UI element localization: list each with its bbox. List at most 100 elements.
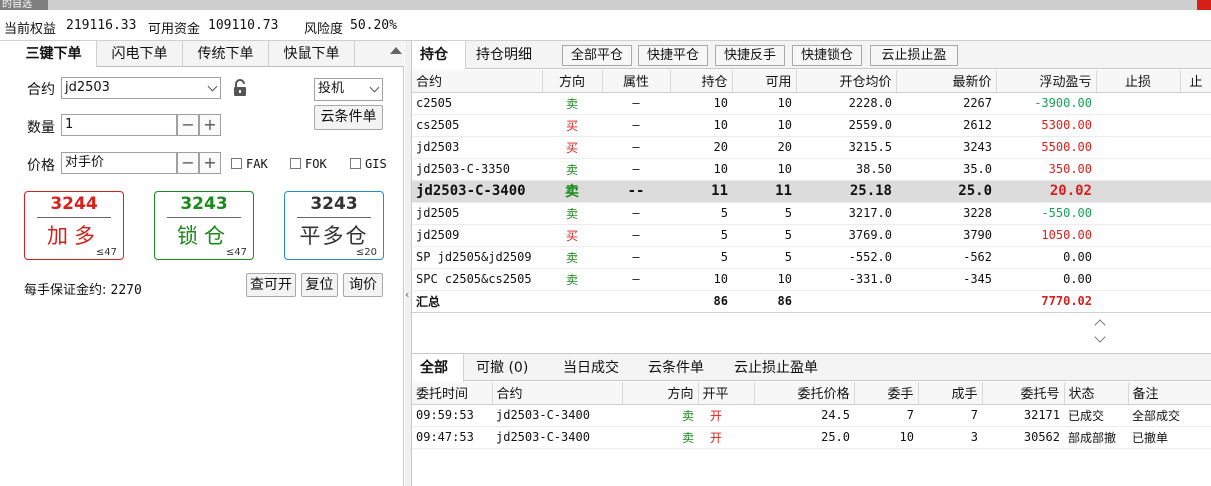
col-stop-loss[interactable]: 止损 <box>1096 70 1181 93</box>
col-filled-qty[interactable]: 成手 <box>918 382 983 405</box>
col-holding[interactable]: 持仓 <box>670 70 733 93</box>
qty-decrease-button[interactable]: − <box>177 114 199 136</box>
quick-lock-button[interactable]: 快捷锁仓 <box>792 45 862 66</box>
quick-close-button[interactable]: 快捷平仓 <box>638 45 708 66</box>
table-row[interactable]: jd2509 买 —5 5 3769.0 3790 1050.00 <box>412 224 1211 247</box>
cell-direction: 卖 <box>542 202 602 225</box>
col-order-time[interactable]: 委托时间 <box>412 382 493 405</box>
col-attribute[interactable]: 属性 <box>602 70 671 93</box>
tab-all-orders[interactable]: 全部 <box>412 354 464 382</box>
tab-flash-order[interactable]: 闪电下单 <box>97 41 183 67</box>
table-row[interactable]: SP jd2505&jd2509 卖 —5 5 -552.0 -562 0.00 <box>412 246 1211 269</box>
table-row[interactable]: c2505 卖 —10 10 2228.0 2267 -3900.00 <box>412 92 1211 115</box>
total-holding: 86 <box>670 290 732 313</box>
close-icon[interactable] <box>1197 0 1211 10</box>
table-row[interactable]: cs2505 买 —10 10 2559.0 2612 5300.00 <box>412 114 1211 137</box>
cell-holding: 11 <box>670 180 732 203</box>
cell-attribute: — <box>602 114 670 137</box>
table-row[interactable]: jd2503-C-3400 卖 -- 11 11 25.18 25.0 20.02 <box>412 180 1211 203</box>
tab-mouse-order[interactable]: 快鼠下单 <box>269 41 355 67</box>
table-row[interactable]: SPC c2505&cs2505 卖 —10 10 -331.0 -345 0.00 <box>412 268 1211 291</box>
add-long-button[interactable]: 3244 加多 ≤47 <box>24 191 124 260</box>
col-order-contract[interactable]: 合约 <box>492 382 623 405</box>
cell-order-price: 25.0 <box>754 426 854 449</box>
cell-open-avg: -552.0 <box>796 246 896 269</box>
price-input[interactable]: 对手价 <box>61 152 177 174</box>
equity-value: 219116.33 <box>66 18 137 33</box>
checkbox-box <box>290 158 301 169</box>
close-all-button[interactable]: 全部平仓 <box>562 45 632 66</box>
gis-label: GIS <box>365 157 387 171</box>
qty-input[interactable]: 1 <box>61 114 177 136</box>
cell-order-id: 30562 <box>982 426 1064 449</box>
col-open-close[interactable]: 开平 <box>698 382 755 405</box>
reset-button[interactable]: 复位 <box>301 273 338 297</box>
col-open-avg[interactable]: 开仓均价 <box>796 70 897 93</box>
chevron-down-icon[interactable] <box>1094 331 1106 343</box>
col-float-pnl[interactable]: 浮动盈亏 <box>996 70 1097 93</box>
cell-stop-loss <box>1096 92 1180 115</box>
close-long-button[interactable]: 3243 平多仓 ≤20 <box>284 191 384 260</box>
total-pnl: 7770.02 <box>996 290 1096 313</box>
price-decrease-button[interactable]: − <box>177 152 199 174</box>
cell-order-time: 09:47:53 <box>412 426 492 449</box>
tab-cloud-conditions[interactable]: 云条件单 <box>640 354 712 382</box>
chevron-down-icon <box>207 81 218 92</box>
table-row[interactable]: 09:59:53 jd2503-C-3400 卖开 24.5 7 7 32171 已成交 全部成… <box>412 404 1211 427</box>
cell-float-pnl: 1050.00 <box>996 224 1096 247</box>
col-order-direction[interactable]: 方向 <box>622 382 699 405</box>
chevron-down-icon <box>369 82 380 93</box>
quote-request-button[interactable]: 询价 <box>343 273 383 297</box>
tab-today-trades[interactable]: 当日成交 <box>555 354 627 382</box>
fak-checkbox[interactable]: FAK <box>231 157 268 171</box>
check-available-button[interactable]: 查可开 <box>246 273 296 297</box>
qty-label: 数量 <box>27 120 55 136</box>
col-remark[interactable]: 备注 <box>1128 382 1211 405</box>
fok-checkbox[interactable]: FOK <box>290 157 327 171</box>
col-take-profit[interactable]: 止 <box>1180 70 1211 93</box>
chevron-left-icon[interactable]: ‹ <box>405 288 409 301</box>
watchlist-tab[interactable]: 的自选 <box>0 0 48 10</box>
close-long-label: 平多仓 <box>299 224 369 248</box>
cloud-stop-button[interactable]: 云止损止盈 <box>870 45 958 66</box>
table-row[interactable]: jd2505 卖 —5 5 3217.0 3228 -550.00 <box>412 202 1211 225</box>
cell-order-id: 32171 <box>982 404 1064 427</box>
col-last-price[interactable]: 最新价 <box>896 70 997 93</box>
price-increase-button[interactable]: + <box>199 152 221 174</box>
collapse-up-icon[interactable] <box>390 47 402 54</box>
table-row[interactable]: jd2503 买 —20 20 3215.5 3243 5500.00 <box>412 136 1211 159</box>
lock-position-price: 3243 <box>180 194 228 214</box>
cell-stop-loss <box>1096 136 1180 159</box>
total-cell <box>1096 290 1180 313</box>
cell-float-pnl: 5500.00 <box>996 136 1096 159</box>
contract-select[interactable]: jd2503 <box>61 77 221 99</box>
cell-open-close: 开 <box>698 426 754 449</box>
col-order-qty[interactable]: 委手 <box>854 382 919 405</box>
tab-classic-order[interactable]: 传统下单 <box>183 41 269 67</box>
tab-position-details[interactable]: 持仓明细 <box>468 41 540 69</box>
col-order-id[interactable]: 委托号 <box>982 382 1065 405</box>
tab-cloud-stop[interactable]: 云止损止盈单 <box>726 354 826 382</box>
tab-positions[interactable]: 持仓 <box>412 41 466 69</box>
col-contract[interactable]: 合约 <box>412 70 543 93</box>
gis-checkbox[interactable]: GIS <box>350 157 387 171</box>
lock-icon[interactable] <box>231 79 249 97</box>
table-row[interactable]: jd2503-C-3350 卖 —10 10 38.50 35.0 350.00 <box>412 158 1211 181</box>
fok-label: FOK <box>305 157 327 171</box>
chevron-up-icon[interactable] <box>1094 319 1106 331</box>
qty-increase-button[interactable]: + <box>199 114 221 136</box>
col-direction[interactable]: 方向 <box>542 70 603 93</box>
col-order-price[interactable]: 委托价格 <box>754 382 855 405</box>
quick-reverse-button[interactable]: 快捷反手 <box>715 45 785 66</box>
hedge-select[interactable]: 投机 <box>314 78 383 101</box>
cell-remark: 已撤单 <box>1128 426 1211 449</box>
cloud-condition-button[interactable]: 云条件单 <box>314 105 383 130</box>
splitter-toggle[interactable] <box>412 317 1211 353</box>
lock-position-button[interactable]: 3243 锁仓 ≤47 <box>154 191 254 260</box>
tab-three-key-order[interactable]: 三键下单 <box>11 41 97 67</box>
col-status[interactable]: 状态 <box>1064 382 1129 405</box>
col-available[interactable]: 可用 <box>732 70 797 93</box>
table-row[interactable]: 09:47:53 jd2503-C-3400 卖开 25.0 10 3 30562 部成部撤已… <box>412 426 1211 449</box>
tab-cancellable[interactable]: 可撤 (0) <box>468 354 536 382</box>
positions-header-row: 合约 方向 属性 持仓 可用 开仓均价 最新价 浮动盈亏 止损 止 <box>412 70 1211 93</box>
